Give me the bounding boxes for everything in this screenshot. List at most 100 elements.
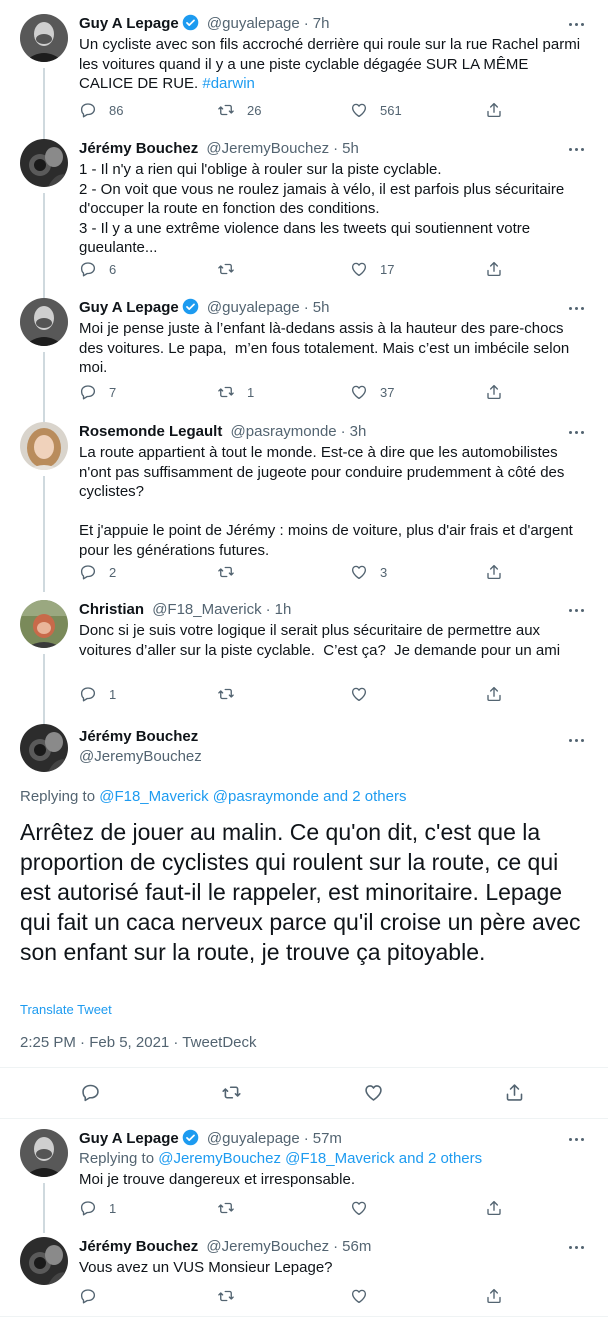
share-button[interactable] [485, 562, 503, 582]
share-button[interactable] [485, 100, 503, 120]
like-button[interactable] [350, 1286, 380, 1306]
share-button[interactable] [485, 684, 503, 704]
more-icon[interactable] [566, 600, 586, 620]
tweet-time[interactable]: 5h [313, 299, 330, 316]
share-button[interactable] [504, 1082, 525, 1102]
translate-tweet-link[interactable]: Translate Tweet [20, 1002, 112, 1017]
author-name[interactable]: Christian [79, 601, 144, 618]
tweet-time[interactable]: 7h [313, 15, 330, 32]
author-handle[interactable]: @guyalepage [207, 299, 300, 316]
reply-button[interactable]: 86 [79, 100, 123, 120]
like-icon [365, 1084, 382, 1101]
retweet-button[interactable] [217, 259, 247, 279]
like-count: 37 [380, 384, 395, 400]
author-handle[interactable]: @guyalepage [207, 1130, 300, 1147]
author-handle[interactable]: @guyalepage [207, 15, 300, 32]
reply-button[interactable] [79, 1286, 109, 1306]
share-button[interactable] [485, 1198, 503, 1218]
tweet-time[interactable]: 5h [342, 140, 359, 157]
tweet[interactable]: Guy A Lepage @guyalepage · 7h Un cycliste … [0, 14, 608, 140]
author-name[interactable]: Guy A Lepage [79, 299, 179, 316]
avatar-jeremy-bouchez[interactable] [20, 1237, 68, 1285]
like-button[interactable]: 37 [350, 382, 394, 402]
like-button[interactable] [363, 1082, 384, 1102]
like-button[interactable]: 561 [350, 100, 402, 120]
tweet-time[interactable]: 3h [350, 423, 367, 440]
author-name[interactable]: Guy A Lepage [79, 15, 179, 32]
author-name[interactable]: Rosemonde Legault [79, 423, 222, 440]
retweet-button[interactable] [217, 1286, 247, 1306]
share-button[interactable] [485, 259, 503, 279]
share-button[interactable] [485, 1286, 503, 1306]
reply-button[interactable]: 1 [79, 1198, 116, 1218]
avatar-guy-lepage[interactable] [20, 1129, 68, 1177]
tweet[interactable]: Guy A Lepage @guyalepage · 57m Replying to… [0, 1129, 608, 1233]
tweet[interactable]: Christian @F18_Maverick · 1h Donc si je su… [0, 600, 608, 724]
tweet[interactable]: Jérémy Bouchez @JeremyBouchez · 5h 1 - Il … [0, 130, 608, 299]
retweet-button[interactable] [221, 1082, 242, 1102]
reply-button[interactable]: 6 [79, 259, 116, 279]
like-button[interactable] [350, 1198, 380, 1218]
tweet[interactable]: Rosemonde Legault @pasraymonde · 3h La rou… [0, 422, 608, 592]
more-icon[interactable] [566, 1129, 586, 1149]
tweet-actions: 2 3 [79, 562, 509, 582]
retweet-count: 1 [247, 384, 255, 400]
more-icon[interactable] [566, 298, 586, 318]
like-button[interactable]: 3 [350, 562, 387, 582]
tweet-actions: 1 [79, 684, 509, 704]
author-name[interactable]: Jérémy Bouchez [79, 728, 198, 745]
reply-button[interactable] [80, 1082, 101, 1102]
author-handle[interactable]: @pasraymonde [231, 423, 337, 440]
dot-separator: · [303, 299, 309, 316]
retweet-button[interactable]: 26 [217, 100, 261, 120]
retweet-icon [218, 688, 234, 700]
tweet-actions: 6 17 [79, 259, 509, 279]
tweet-timestamp[interactable]: 2:25 PM · Feb 5, 2021 · TweetDeck [20, 1034, 257, 1051]
replying-to-links[interactable]: @F18_Maverick @pasraymonde and 2 others [99, 788, 406, 805]
more-icon[interactable] [566, 730, 586, 750]
author-name[interactable]: Guy A Lepage [79, 1130, 179, 1147]
avatar-jeremy-bouchez[interactable] [20, 724, 68, 772]
author-handle[interactable]: @JeremyBouchez [206, 140, 329, 157]
share-icon [487, 686, 501, 702]
author-handle[interactable]: @JeremyBouchez [79, 748, 202, 765]
avatar-christian[interactable] [20, 600, 68, 648]
dot-separator: · [303, 15, 309, 32]
author-name[interactable]: Jérémy Bouchez [79, 1238, 198, 1255]
retweet-button[interactable] [217, 562, 247, 582]
tweet-actions: 7 1 37 [79, 382, 509, 402]
tweet-time[interactable]: 57m [313, 1130, 342, 1147]
share-button[interactable] [485, 382, 503, 402]
reply-button[interactable]: 2 [79, 562, 116, 582]
author-name[interactable]: Jérémy Bouchez [79, 140, 198, 157]
retweet-button[interactable] [217, 1198, 247, 1218]
reply-count: 86 [109, 102, 124, 118]
more-icon[interactable] [566, 422, 586, 442]
like-icon [351, 385, 367, 400]
more-icon[interactable] [566, 14, 586, 34]
tweet-text: Moi je pense juste à l’enfant là-dedans … [79, 320, 574, 376]
reply-button[interactable]: 7 [79, 382, 116, 402]
more-icon[interactable] [566, 1237, 586, 1257]
more-icon[interactable] [566, 139, 586, 159]
retweet-button[interactable] [217, 684, 247, 704]
retweet-button[interactable]: 1 [217, 382, 254, 402]
divider [0, 1316, 608, 1317]
tweet[interactable]: Jérémy Bouchez @JeremyBouchez · 56m Vous a… [0, 1237, 608, 1313]
like-button[interactable] [350, 684, 380, 704]
tweet-text: La route appartient à tout le monde. Est… [79, 444, 573, 559]
author-handle[interactable]: @JeremyBouchez [206, 1238, 329, 1255]
avatar-guy-lepage[interactable] [20, 298, 68, 346]
author-handle[interactable]: @F18_Maverick [152, 601, 261, 618]
tweet[interactable]: Guy A Lepage @guyalepage · 5h Moi je pense… [0, 298, 608, 422]
replying-to-links[interactable]: @JeremyBouchez @F18_Maverick and 2 other… [158, 1150, 482, 1167]
like-button[interactable]: 17 [350, 259, 394, 279]
author-name-line: Jérémy Bouchez [79, 727, 198, 747]
tweet-time[interactable]: 1h [275, 601, 292, 618]
reply-button[interactable]: 1 [79, 684, 116, 704]
avatar-rosemonde-legault[interactable] [20, 422, 68, 470]
hashtag-link[interactable]: #darwin [202, 75, 255, 92]
avatar-guy-lepage[interactable] [20, 14, 68, 62]
avatar-jeremy-bouchez[interactable] [20, 139, 68, 187]
tweet-time[interactable]: 56m [342, 1238, 371, 1255]
